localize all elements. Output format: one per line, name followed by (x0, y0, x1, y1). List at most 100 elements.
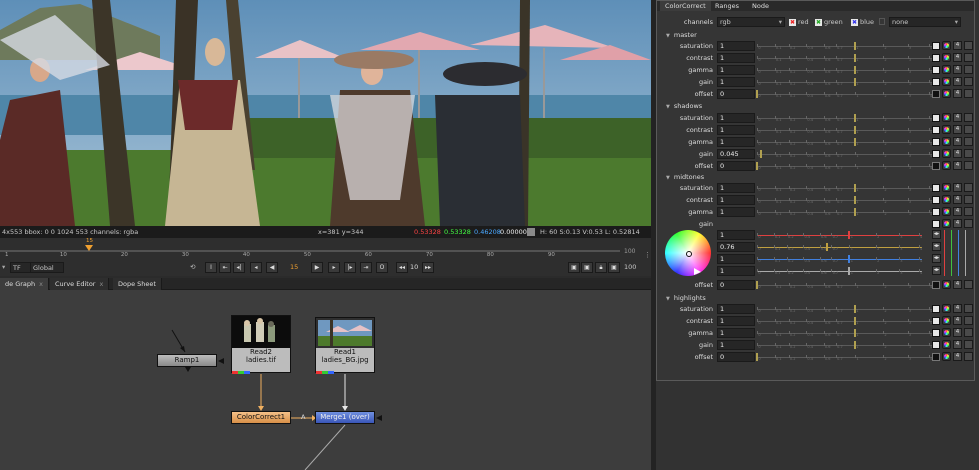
current-frame-field[interactable]: 15 (290, 262, 298, 273)
saturation-slider[interactable]: 0 0.1 0.2 0.4 0.6 0.7 1 2 3 4 (757, 183, 932, 193)
contrast-field[interactable]: 1 (717, 53, 755, 63)
color-swatch-button[interactable] (932, 90, 940, 98)
gain-field[interactable]: 1 (717, 77, 755, 87)
animation-menu-icon[interactable] (964, 304, 973, 313)
contrast-slider[interactable]: 0 0.1 0.2 0.4 0.6 0.7 1 2 3 4 (757, 316, 932, 326)
gamma-slider[interactable]: 0 0.1 0.2 0.4 0.6 0.7 1 2 3 4 (757, 137, 932, 147)
tab-ranges[interactable]: Ranges (710, 1, 744, 11)
collapse-triangle-icon[interactable]: ▼ (666, 175, 670, 181)
channel-drag-icon[interactable]: ◂▸ (932, 242, 941, 251)
timeline[interactable]: 1 10 20 30 40 50 60 70 80 90 15 100 ⋮ ▾ TF Global… (0, 238, 651, 276)
slider-thumb[interactable] (854, 66, 856, 74)
go-start-button[interactable]: ⇤ (219, 262, 231, 273)
color-swatch-button[interactable] (932, 329, 940, 337)
channel-vertical-slider[interactable] (958, 230, 959, 276)
channel-split-button[interactable]: 4 (953, 340, 962, 349)
color-swatch-button[interactable] (932, 353, 940, 361)
gain-field[interactable]: 1 (717, 340, 755, 350)
gain-channel-field[interactable]: 1 (717, 254, 755, 264)
offset-slider[interactable]: 0 0.1 0.2 0.4 0.6 0.7 1 2 3 4 (756, 280, 932, 290)
channel-split-button[interactable]: 4 (953, 280, 962, 289)
gain-channel-slider[interactable]: 0 0.1 0.2 0.4 0.6 0.7 1 2 3 4 (757, 230, 922, 240)
offset-slider[interactable]: 0 0.1 0.2 0.4 0.6 0.7 1 2 3 4 (756, 352, 932, 362)
animation-menu-icon[interactable] (964, 89, 973, 98)
global-range-dropdown[interactable]: Global (30, 262, 64, 273)
gain-slider[interactable]: 00.10.20.40.60.71234 (757, 340, 932, 350)
saturation-field[interactable]: 1 (717, 41, 755, 51)
contrast-slider[interactable]: 0 0.1 0.2 0.4 0.6 0.7 1 2 3 4 (757, 195, 932, 205)
gamma-field[interactable]: 1 (717, 207, 755, 217)
channel-vertical-slider[interactable] (944, 230, 945, 276)
slider-thumb[interactable] (854, 341, 856, 349)
slider-thumb[interactable] (854, 126, 856, 134)
first-frame-button[interactable]: I (205, 262, 217, 273)
node-read2[interactable]: Read2 ladies.tif (231, 315, 291, 373)
color-swatch-button[interactable] (932, 78, 940, 86)
animation-menu-icon[interactable] (964, 219, 973, 228)
color-swatch-button[interactable] (932, 220, 940, 228)
playhead-icon[interactable] (85, 245, 93, 251)
extra-channel-checkbox[interactable] (879, 18, 885, 25)
green-checkbox[interactable]: ✖ green (815, 18, 843, 26)
slider-thumb[interactable] (854, 138, 856, 146)
section-midtones[interactable]: ▼ midtones (666, 173, 704, 181)
channel-split-button[interactable]: 4 (953, 183, 962, 192)
saturation-field[interactable]: 1 (717, 304, 755, 314)
blue-checkbox[interactable]: ✖ blue (851, 18, 874, 26)
color-picker-icon[interactable] (942, 328, 951, 337)
current-frame-marker[interactable]: 15 (86, 238, 93, 244)
channel-vertical-slider[interactable] (965, 230, 966, 276)
next-keyframe-button[interactable]: |▸ (344, 262, 356, 273)
color-picker-icon[interactable] (942, 280, 951, 289)
color-picker-icon[interactable] (942, 125, 951, 134)
slider-thumb[interactable] (848, 255, 851, 263)
collapse-triangle-icon[interactable]: ▼ (666, 104, 670, 110)
slider-thumb[interactable] (854, 196, 856, 204)
color-swatch-button[interactable] (932, 208, 940, 216)
viewer-fit-button[interactable]: ▣ (581, 262, 593, 273)
channel-split-button[interactable]: 4 (953, 304, 962, 313)
node-read1[interactable]: Read1 ladies_BG.jpg (315, 317, 375, 373)
slider-thumb[interactable] (848, 267, 851, 275)
viewer-image[interactable] (0, 0, 651, 226)
color-swatch-button[interactable] (932, 196, 940, 204)
gain-slider[interactable]: 00.10.20.40.60.71234 (757, 77, 932, 87)
animation-menu-icon[interactable] (964, 113, 973, 122)
offset-slider[interactable]: 0 0.1 0.2 0.4 0.6 0.7 1 2 3 4 (756, 89, 932, 99)
gain-channel-slider[interactable]: 0 0.1 0.2 0.4 0.6 0.7 1 2 3 4 (757, 242, 922, 252)
color-picker-icon[interactable] (942, 161, 951, 170)
lock-range-button[interactable]: 🔒︎ (595, 262, 607, 273)
color-picker-icon[interactable] (942, 53, 951, 62)
slider-thumb[interactable] (854, 184, 856, 192)
contrast-slider[interactable]: 0 0.1 0.2 0.4 0.6 0.7 1 2 3 4 (757, 53, 932, 63)
slider-thumb[interactable] (854, 114, 856, 122)
timeline-menu-icon[interactable]: ⋮ (644, 251, 651, 259)
slider-thumb[interactable] (756, 162, 758, 170)
node-colorcorrect[interactable]: ColorCorrect1 (231, 411, 291, 424)
animation-menu-icon[interactable] (964, 183, 973, 192)
color-swatch-button[interactable] (932, 138, 940, 146)
channel-drag-icon[interactable]: ◂▸ (932, 230, 941, 239)
color-swatch-button[interactable] (932, 54, 940, 62)
channels-dropdown[interactable]: rgb ▾ (717, 17, 785, 27)
color-picker-icon[interactable] (942, 352, 951, 361)
tab-node[interactable]: Node (747, 1, 774, 11)
color-swatch-button[interactable] (932, 114, 940, 122)
animation-menu-icon[interactable] (964, 149, 973, 158)
channel-split-button[interactable]: 4 (953, 53, 962, 62)
slider-thumb[interactable] (760, 150, 763, 158)
slider-thumb[interactable] (854, 208, 856, 216)
animation-menu-icon[interactable] (964, 53, 973, 62)
slider-thumb[interactable] (854, 305, 856, 313)
node-ramp[interactable]: Ramp1 (157, 354, 217, 367)
gamma-field[interactable]: 1 (717, 328, 755, 338)
step-forward-button[interactable]: ▸ (328, 262, 340, 273)
animation-menu-icon[interactable] (964, 65, 973, 74)
tab-node-graph[interactable]: de Graph x (0, 278, 49, 290)
color-swatch-button[interactable] (932, 162, 940, 170)
skip-forward-button[interactable]: ▸▸ (422, 262, 434, 273)
color-swatch-button[interactable] (932, 317, 940, 325)
offset-field[interactable]: 0 (717, 352, 755, 362)
color-picker-icon[interactable] (942, 304, 951, 313)
channel-split-button[interactable]: 4 (953, 113, 962, 122)
